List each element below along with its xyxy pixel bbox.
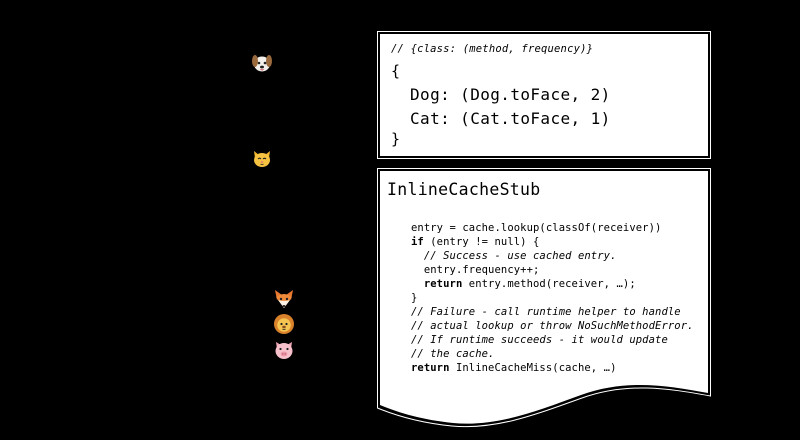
cache-entry-cat: Cat: (Cat.toFace, 1) xyxy=(410,109,611,128)
stub-code-block: entry = cache.lookup(classOf(receiver)) i… xyxy=(411,221,694,375)
code-keyword: return xyxy=(423,278,463,290)
code-text: } xyxy=(411,292,418,304)
cache-open-brace: { xyxy=(391,62,401,80)
cache-entry-dog: Dog: (Dog.toFace, 2) xyxy=(410,85,611,104)
code-keyword: return xyxy=(411,362,450,374)
inline-cache-stub-card: InlineCacheStub entry = cache.lookup(cla… xyxy=(377,168,711,430)
fox-face-icon xyxy=(273,288,295,310)
inline-cache-map-card: // {class: (method, frequency)} { Dog: (… xyxy=(377,31,711,159)
cache-format-comment: // {class: (method, frequency)} xyxy=(391,43,594,55)
code-keyword: if xyxy=(411,236,424,248)
cache-close-brace: } xyxy=(391,130,401,148)
code-line: entry.frequency++; xyxy=(411,263,694,277)
cache-card-body: // {class: (method, frequency)} { Dog: (… xyxy=(380,34,708,156)
stub-title: InlineCacheStub xyxy=(387,180,541,199)
code-line: // the cache. xyxy=(411,347,694,361)
code-line: return entry.method(receiver, …); xyxy=(411,277,694,291)
code-comment: // actual lookup or throw NoSuchMethodEr… xyxy=(411,320,694,332)
code-line: entry = cache.lookup(classOf(receiver)) xyxy=(411,221,694,235)
code-text: InlineCacheMiss(cache, …) xyxy=(449,362,617,374)
code-line: return InlineCacheMiss(cache, …) xyxy=(411,361,694,375)
code-comment: // Success - use cached entry. xyxy=(411,250,617,262)
code-line: // Failure - call runtime helper to hand… xyxy=(411,305,694,319)
code-text: entry = cache.lookup(classOf(receiver)) xyxy=(411,222,662,234)
pig-face-icon xyxy=(273,339,295,361)
code-comment: // If runtime succeeds - it would update xyxy=(411,334,668,346)
code-line: } xyxy=(411,291,694,305)
code-line: // Success - use cached entry. xyxy=(411,249,694,263)
code-text: entry.method(receiver, …); xyxy=(462,278,636,290)
code-line: // actual lookup or throw NoSuchMethodEr… xyxy=(411,319,694,333)
lion-face-icon xyxy=(273,313,295,335)
code-line: if (entry != null) { xyxy=(411,235,694,249)
code-text: entry.frequency++; xyxy=(411,264,540,276)
code-comment: // Failure - call runtime helper to hand… xyxy=(411,306,681,318)
code-text: (entry != null) { xyxy=(423,236,540,248)
code-line: // If runtime succeeds - it would update xyxy=(411,333,694,347)
cat-face-icon xyxy=(251,147,273,169)
dog-face-icon xyxy=(251,52,273,74)
code-comment: // the cache. xyxy=(411,348,495,360)
